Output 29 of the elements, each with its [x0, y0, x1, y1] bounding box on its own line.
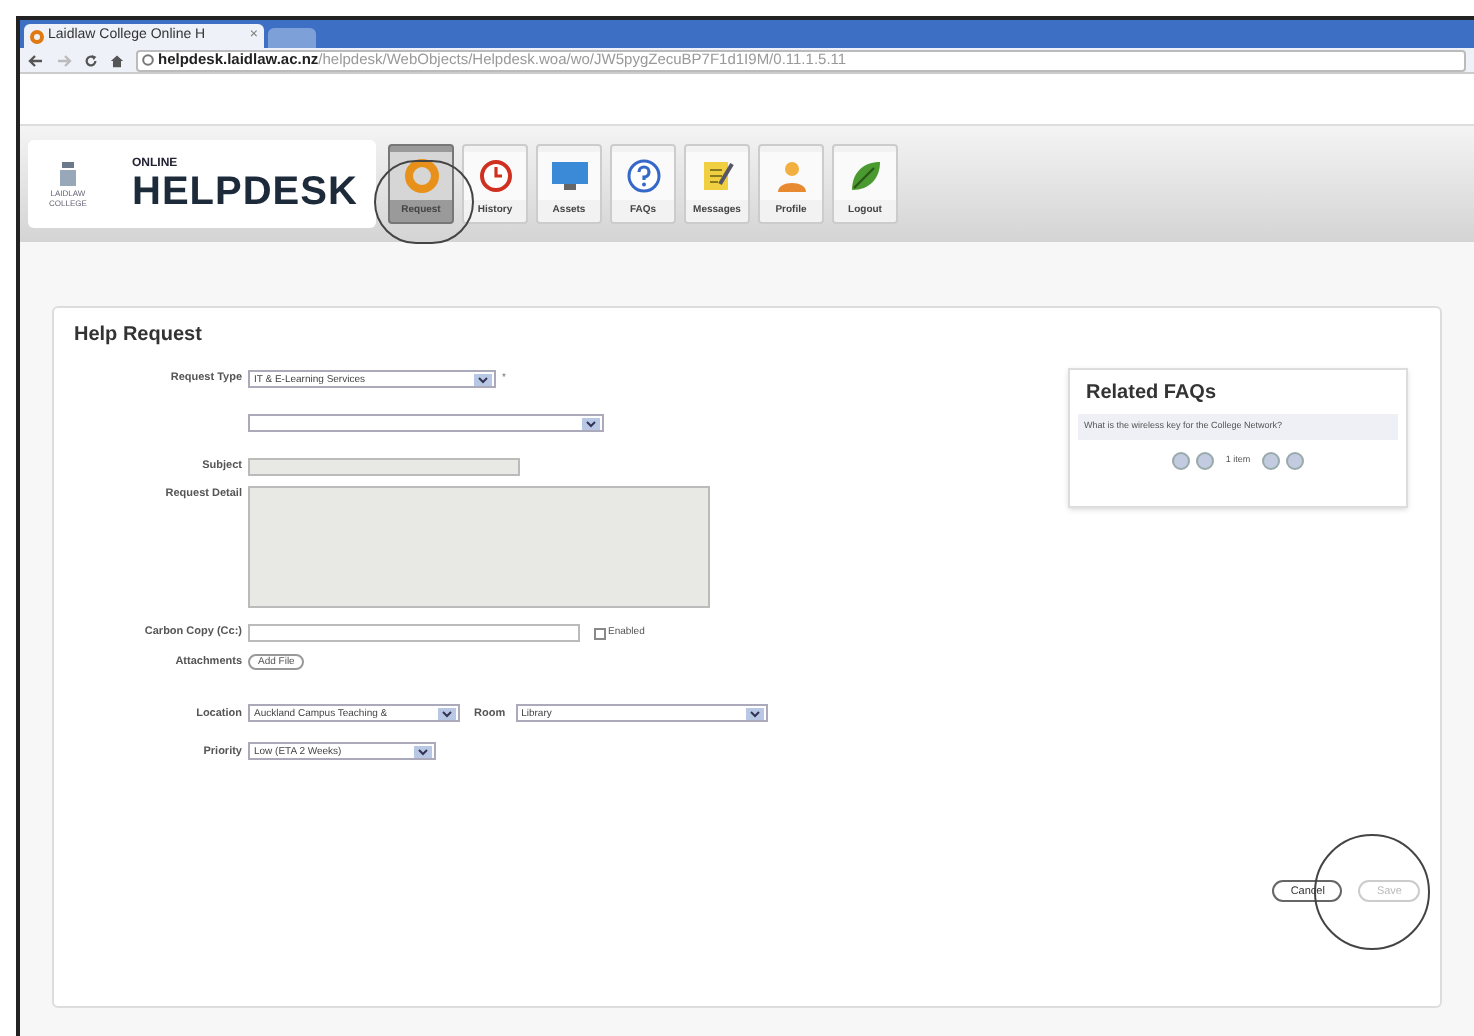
home-icon[interactable]: [110, 53, 124, 67]
help-icon: [625, 158, 661, 194]
back-icon[interactable]: [28, 53, 44, 67]
next-page-button[interactable]: [1262, 451, 1281, 470]
monitor-icon: [549, 158, 589, 194]
leaf-icon: [847, 158, 883, 194]
panel-title: Related FAQs: [1084, 380, 1219, 408]
college-emblem-icon: [58, 160, 78, 188]
dropdown-arrow-icon: [745, 707, 764, 720]
dropdown-arrow-icon: [582, 417, 600, 429]
page-icon: [142, 54, 154, 66]
lifebuoy-icon: [403, 158, 439, 194]
first-page-button[interactable]: [1171, 451, 1190, 470]
dropdown-arrow-icon: [474, 373, 492, 385]
carbon-copy-field[interactable]: [248, 624, 580, 642]
checkbox[interactable]: [594, 627, 606, 639]
form-title: Help Request: [74, 322, 204, 350]
reload-icon[interactable]: [84, 53, 98, 67]
favicon-icon: [30, 29, 44, 43]
forward-icon[interactable]: [56, 53, 72, 67]
clock-icon: [477, 158, 513, 194]
logo-text: HELPDESK: [132, 171, 358, 211]
previous-page-button[interactable]: [1195, 451, 1214, 470]
dropdown-arrow-icon: [414, 745, 432, 758]
person-icon: [773, 158, 809, 194]
dropdown-arrow-icon: [438, 707, 456, 720]
dropdown[interactable]: [248, 414, 604, 432]
notepad-icon: [699, 158, 735, 194]
last-page-button[interactable]: [1286, 451, 1305, 470]
